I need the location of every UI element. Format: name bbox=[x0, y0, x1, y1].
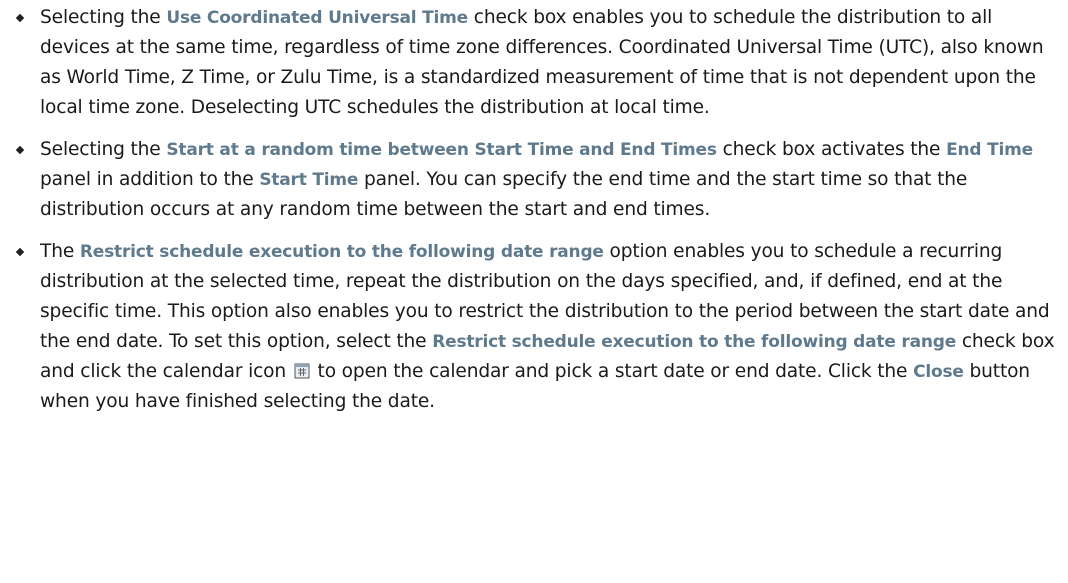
ui-label-random-time: Start at a random time between Start Tim… bbox=[166, 140, 717, 160]
text: to open the calendar and pick a start da… bbox=[311, 361, 914, 382]
ui-label-close-button: Close bbox=[913, 362, 964, 382]
bullet-list: Selecting the Use Coordinated Universal … bbox=[0, 3, 1068, 429]
list-item-date-range: The Restrict schedule execution to the f… bbox=[0, 237, 1068, 417]
ui-label-restrict-schedule: Restrict schedule execution to the follo… bbox=[79, 242, 604, 262]
text: Selecting the bbox=[40, 7, 167, 28]
text: panel in addition to the bbox=[40, 169, 260, 190]
ui-label-restrict-schedule-2: Restrict schedule execution to the follo… bbox=[432, 332, 957, 352]
text: The bbox=[40, 241, 80, 262]
diamond-bullet-icon bbox=[15, 145, 25, 155]
text: Selecting the bbox=[40, 139, 167, 160]
list-item-random-time: Selecting the Start at a random time bet… bbox=[0, 135, 1068, 225]
diamond-bullet-icon bbox=[15, 13, 25, 23]
list-item-utc: Selecting the Use Coordinated Universal … bbox=[0, 3, 1068, 123]
ui-label-use-utc: Use Coordinated Universal Time bbox=[166, 8, 468, 28]
ui-label-start-time: Start Time bbox=[259, 170, 359, 190]
text: check box activates the bbox=[716, 139, 947, 160]
ui-label-end-time: End Time bbox=[946, 140, 1033, 160]
calendar-icon bbox=[294, 363, 310, 379]
diamond-bullet-icon bbox=[15, 247, 25, 257]
